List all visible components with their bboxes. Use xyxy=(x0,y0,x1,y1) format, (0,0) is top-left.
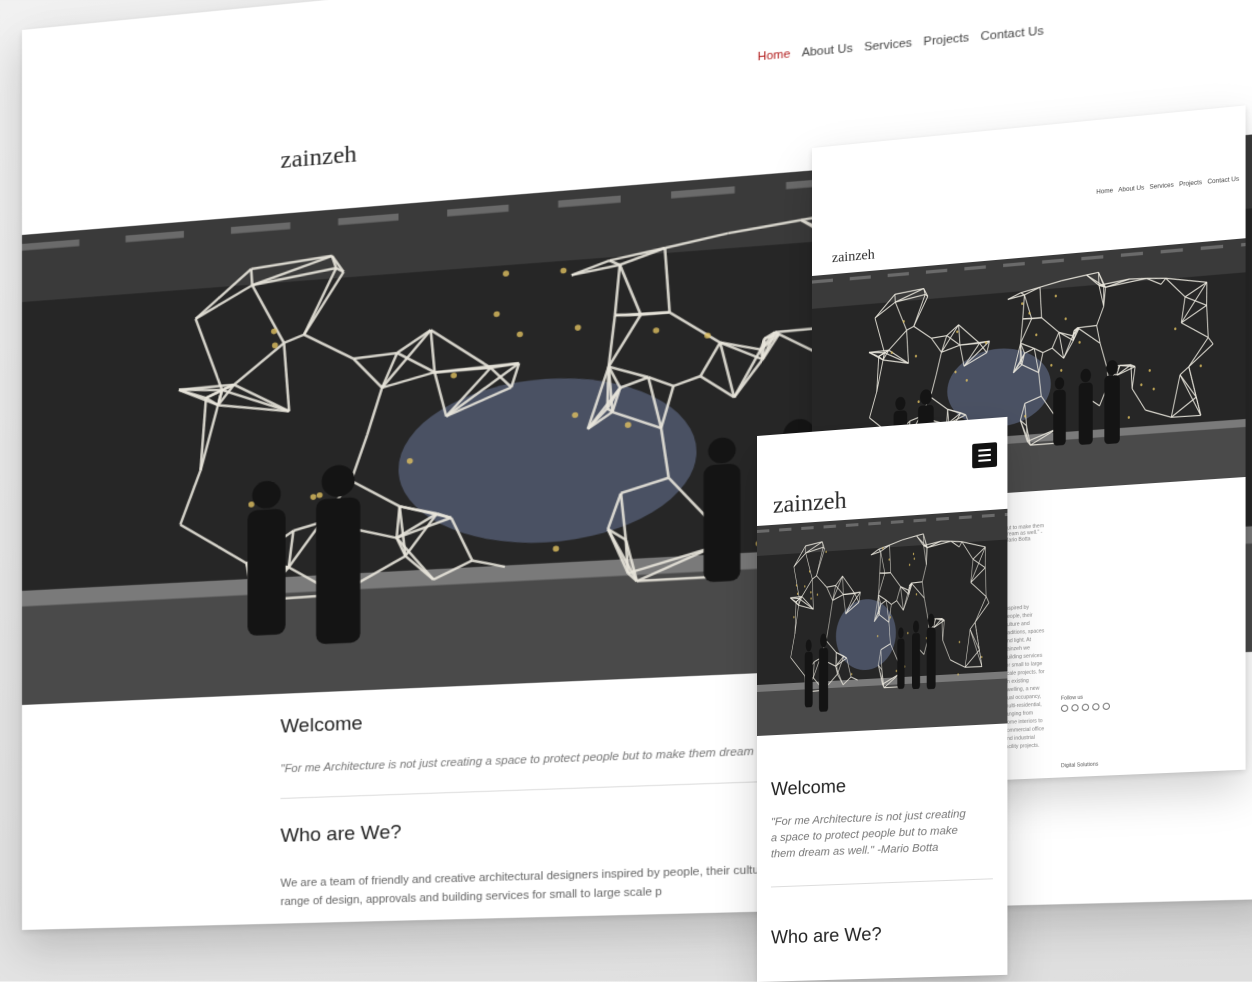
mobile-hero-sculpture-image xyxy=(757,509,1007,736)
tablet-logo[interactable]: zainzeh xyxy=(832,247,875,267)
main-nav: Home About Us Services Projects Contact … xyxy=(758,25,1044,64)
mobile-about-heading: Who are We? xyxy=(771,920,993,948)
tablet-quote: but to make them dream as well." -Mario … xyxy=(1004,523,1045,544)
site-logo[interactable]: zainzeh xyxy=(280,141,356,175)
social-icon[interactable] xyxy=(1071,704,1078,712)
footer-note: Digital Solutions xyxy=(1061,761,1110,769)
nav-item-projects[interactable]: Projects xyxy=(923,32,969,49)
social-icons xyxy=(1061,703,1110,713)
mobile-logo[interactable]: zainzeh xyxy=(773,488,847,520)
tablet-footer: Follow us Digital Solutions xyxy=(1061,693,1110,769)
mobile-welcome-quote: "For me Architecture is not just creatin… xyxy=(771,806,974,863)
social-icon[interactable] xyxy=(1103,703,1110,711)
tablet-nav-about[interactable]: About Us xyxy=(1118,185,1144,194)
mobile-content: Welcome "For me Architecture is not just… xyxy=(757,723,1007,949)
tablet-nav: Home About Us Services Projects Contact … xyxy=(1096,177,1239,196)
tablet-nav-contact[interactable]: Contact Us xyxy=(1207,177,1239,186)
follow-label: Follow us xyxy=(1061,693,1110,702)
social-icon[interactable] xyxy=(1061,705,1068,713)
mobile-welcome-heading: Welcome xyxy=(771,769,993,800)
social-icon[interactable] xyxy=(1092,703,1099,711)
tablet-nav-projects[interactable]: Projects xyxy=(1179,180,1202,188)
nav-item-home[interactable]: Home xyxy=(758,48,791,64)
mobile-hero-image xyxy=(757,509,1007,736)
mobile-header: zainzeh xyxy=(757,417,1007,526)
hamburger-menu-icon[interactable] xyxy=(972,442,997,468)
social-icon[interactable] xyxy=(1082,704,1089,712)
mobile-divider xyxy=(771,878,993,887)
nav-item-contact[interactable]: Contact Us xyxy=(981,25,1044,44)
nav-item-services[interactable]: Services xyxy=(864,37,912,54)
tablet-paragraph: inspired by people, their culture and tr… xyxy=(1004,603,1045,752)
mobile-screen: zainzeh Welcome "For me Architecture is … xyxy=(757,417,1007,982)
tablet-nav-services[interactable]: Services xyxy=(1149,183,1173,191)
tablet-nav-home[interactable]: Home xyxy=(1096,188,1113,196)
nav-item-about[interactable]: About Us xyxy=(802,42,853,59)
